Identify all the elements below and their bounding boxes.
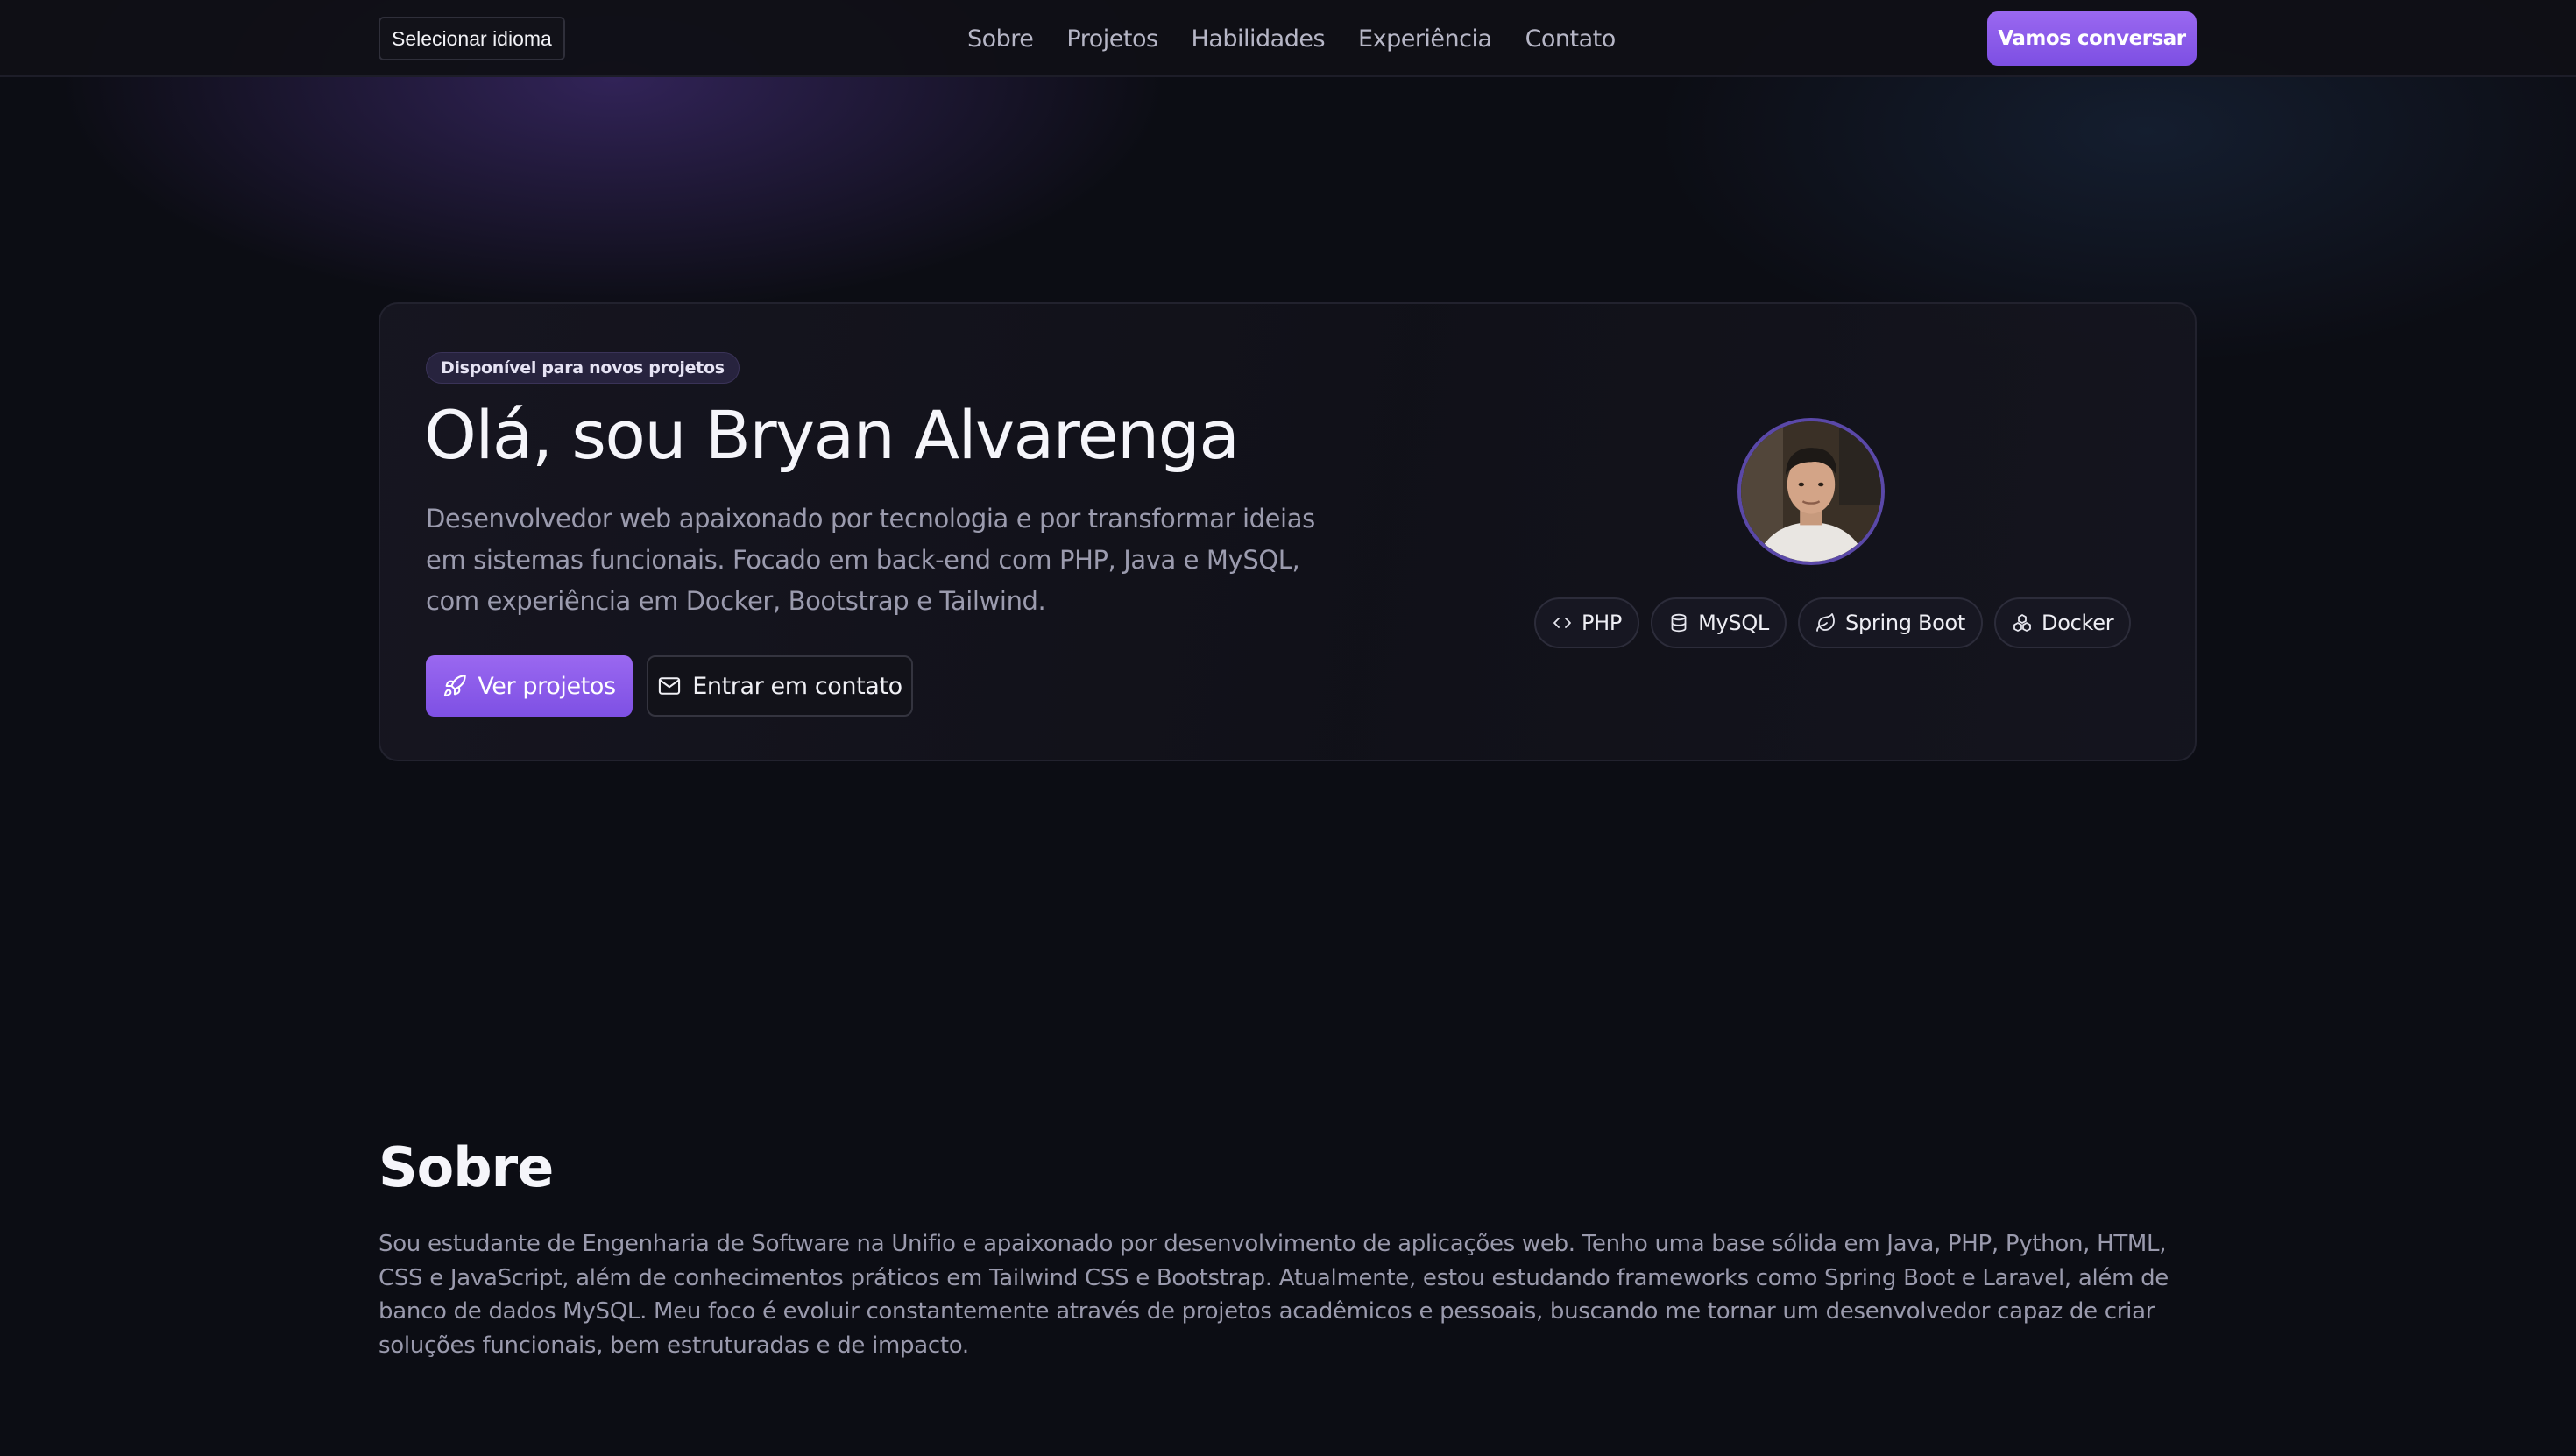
chip-docker: Docker [1994, 597, 2132, 648]
hero-description: Desenvolvedor web apaixonado por tecnolo… [426, 504, 1315, 616]
hero-card: Disponível para novos projetos Olá, sou … [379, 302, 2197, 761]
about-text: Sou estudante de Engenharia de Software … [379, 1231, 2169, 1359]
chip-mysql: MySQL [1651, 597, 1787, 648]
chip-label: PHP [1582, 611, 1623, 635]
boxes-icon [2012, 612, 2033, 633]
rocket-icon [442, 674, 467, 698]
nav-link-contato[interactable]: Contato [1525, 25, 1617, 53]
about-title: Sobre [379, 1135, 554, 1199]
database-icon [1668, 612, 1689, 633]
chip-php: PHP [1534, 597, 1640, 648]
language-select-label: Selecionar idioma [392, 26, 552, 50]
lets-talk-button[interactable]: Vamos conversar [1987, 11, 2197, 66]
contact-button[interactable]: Entrar em contato [647, 655, 913, 717]
nav-link-habilidades[interactable]: Habilidades [1192, 25, 1326, 53]
view-projects-label: Ver projetos [478, 672, 616, 700]
chip-label: Spring Boot [1845, 611, 1966, 635]
code-icon [1552, 612, 1573, 633]
availability-badge: Disponível para novos projetos [426, 352, 740, 384]
nav-links: Sobre Projetos Habilidades Experiência C… [967, 0, 1649, 77]
skill-chips: PHP MySQL Spring Boot Docker [1534, 597, 2142, 648]
view-projects-button[interactable]: Ver projetos [426, 655, 633, 717]
nav-link-experiencia[interactable]: Experiência [1358, 25, 1492, 53]
chip-label: MySQL [1698, 611, 1770, 635]
avatar [1737, 418, 1885, 565]
contact-label: Entrar em contato [692, 672, 902, 700]
hero-title: Olá, sou Bryan Alvarenga [424, 396, 1240, 474]
nav-link-projetos[interactable]: Projetos [1066, 25, 1158, 53]
chip-spring-boot: Spring Boot [1798, 597, 1984, 648]
leaf-icon [1815, 612, 1836, 633]
chip-label: Docker [2042, 611, 2114, 635]
mail-icon [657, 674, 682, 698]
language-select[interactable]: Selecionar idioma [379, 17, 565, 60]
nav-link-sobre[interactable]: Sobre [967, 25, 1034, 53]
top-navbar: Selecionar idioma Sobre Projetos Habilid… [0, 0, 2576, 77]
